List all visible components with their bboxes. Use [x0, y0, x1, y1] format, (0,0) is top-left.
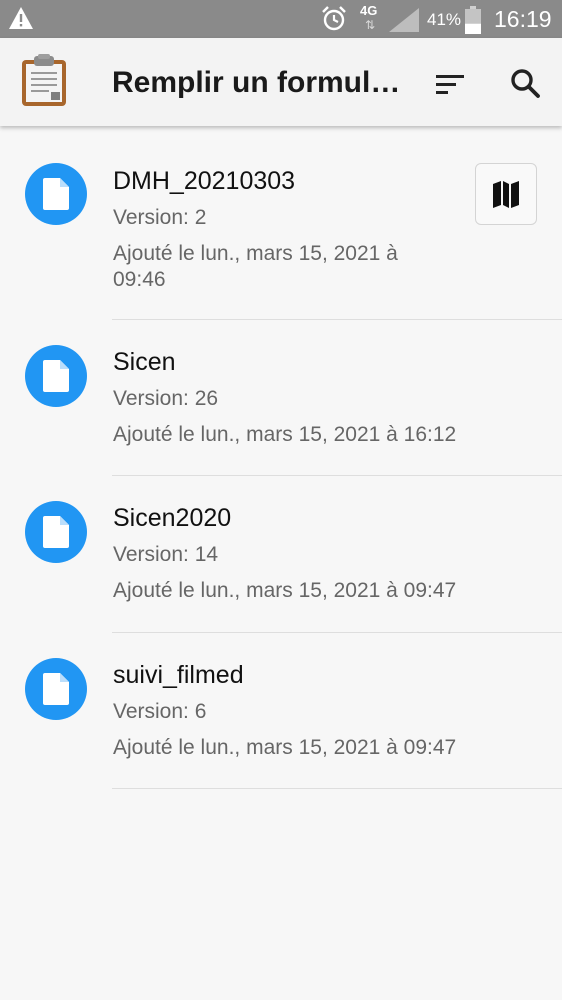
warning-icon	[9, 7, 33, 29]
map-button[interactable]	[475, 163, 537, 225]
list-item-dmh-20210303[interactable]: DMH_20210303 Version: 2 Ajouté le lun., …	[0, 126, 562, 320]
sort-icon	[436, 75, 464, 94]
divider	[112, 788, 562, 789]
form-added-date: Ajouté le lun., mars 15, 2021 à 09:47	[113, 736, 457, 759]
form-avatar	[25, 345, 87, 407]
form-version: Version: 6	[113, 700, 207, 723]
form-version: Version: 26	[113, 387, 219, 410]
form-version: Version: 2	[113, 206, 207, 229]
map-icon	[493, 181, 519, 208]
status-bar: 4G ⇅ 41% 16:19	[0, 0, 562, 38]
search-button[interactable]	[502, 60, 548, 106]
search-icon	[511, 69, 540, 98]
sort-button[interactable]	[428, 62, 472, 106]
document-icon	[43, 360, 69, 392]
clipboard-app-icon	[22, 54, 66, 106]
form-added-time: 09:46	[113, 268, 166, 291]
app-bar: Remplir un formul…	[0, 38, 562, 126]
form-added-date: Ajouté le lun., mars 15, 2021 à 16:12	[113, 423, 457, 446]
form-avatar	[25, 658, 87, 720]
document-icon	[43, 178, 69, 210]
page-title: Remplir un formul…	[112, 66, 401, 99]
form-name: Sicen	[113, 348, 176, 376]
data-activity-icon: ⇅	[365, 18, 376, 32]
alarm-clock-icon	[322, 6, 346, 31]
form-name: DMH_20210303	[113, 167, 296, 195]
battery-icon	[465, 6, 481, 34]
form-version: Version: 14	[113, 543, 219, 566]
form-avatar	[25, 163, 87, 225]
form-added-date: Ajouté le lun., mars 15, 2021 à	[113, 242, 398, 265]
form-name: Sicen2020	[113, 504, 232, 532]
form-added-date: Ajouté le lun., mars 15, 2021 à 09:47	[113, 579, 457, 602]
form-name: suivi_filmed	[113, 661, 244, 689]
list-item-sicen[interactable]: Sicen Version: 26 Ajouté le lun., mars 1…	[0, 320, 562, 476]
network-type: 4G	[360, 3, 378, 18]
list-item-suivi-filmed[interactable]: suivi_filmed Version: 6 Ajouté le lun., …	[0, 633, 562, 789]
signal-icon	[389, 8, 419, 32]
list-item-sicen2020[interactable]: Sicen2020 Version: 14 Ajouté le lun., ma…	[0, 476, 562, 633]
clock: 16:19	[494, 6, 552, 32]
form-avatar	[25, 501, 87, 563]
battery-percent: 41%	[427, 10, 462, 29]
document-icon	[43, 673, 69, 705]
document-icon	[43, 516, 69, 548]
form-list: DMH_20210303 Version: 2 Ajouté le lun., …	[0, 126, 562, 789]
